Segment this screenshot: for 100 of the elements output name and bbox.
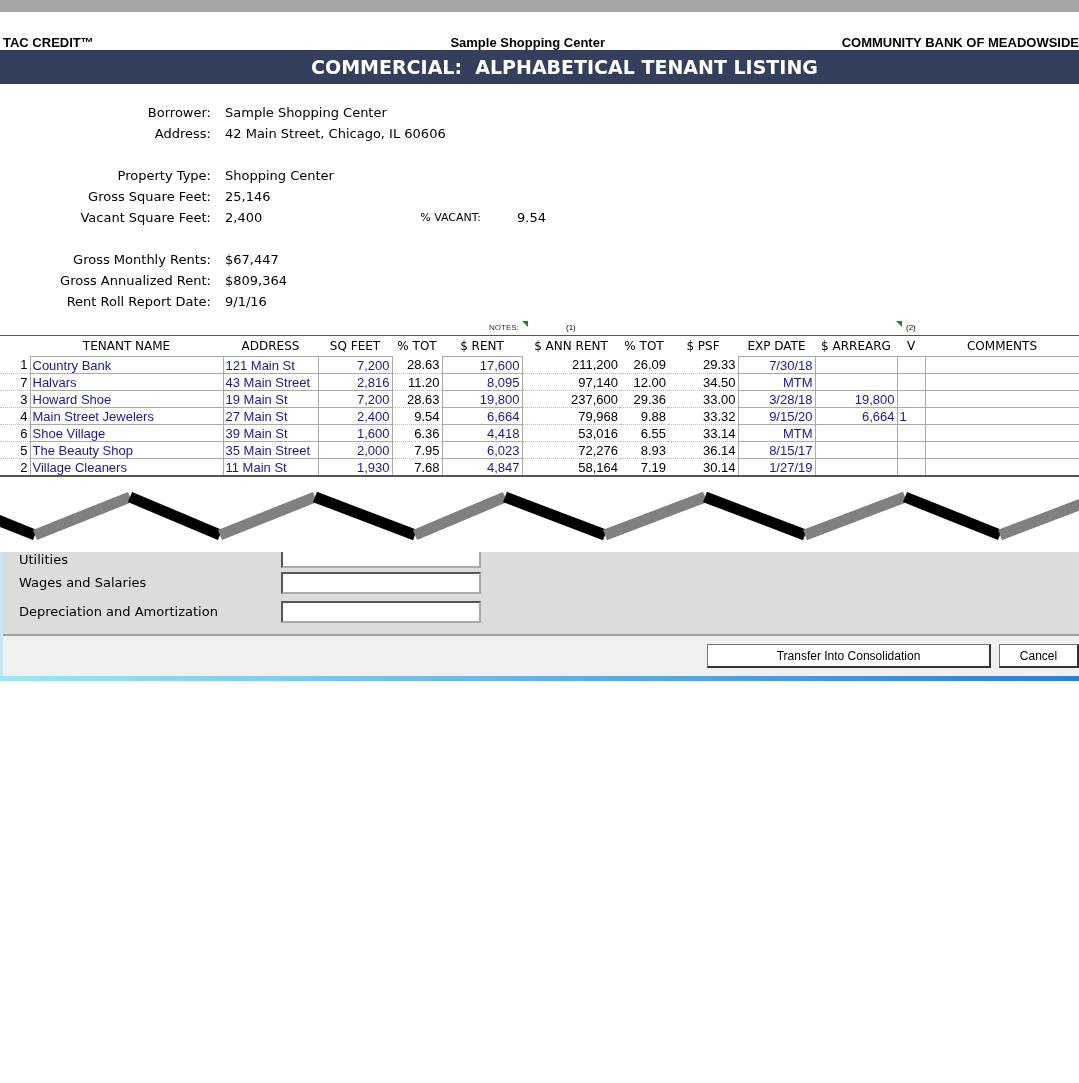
report-property: Sample Shopping Center xyxy=(450,35,605,50)
column-header: COMMENTS xyxy=(925,335,1079,357)
table-cell: 79,968 xyxy=(522,407,620,425)
field-label: Wages and Salaries xyxy=(19,575,148,590)
table-cell: Howard Shoe xyxy=(30,390,223,408)
column-header: % TOT xyxy=(392,335,442,357)
table-cell: Shoe Village xyxy=(30,424,223,442)
table-cell: 6,664 xyxy=(815,407,897,425)
table-cell: Country Bank xyxy=(30,356,223,374)
table-cell: 121 Main St xyxy=(223,356,318,374)
column-header: % TOT xyxy=(620,335,668,357)
table-cell: 2,000 xyxy=(318,441,392,459)
table-cell: 72,276 xyxy=(522,441,620,459)
table-cell: 29.33 xyxy=(668,356,738,374)
comment-marker-icon xyxy=(522,321,528,327)
field-label: Gross Annualized Rent: xyxy=(59,273,211,288)
table-cell: 211,200 xyxy=(522,356,620,374)
field-label: Depreciation and Amortization xyxy=(19,604,219,619)
table-cell: 6.55 xyxy=(620,424,668,442)
column-header: $ PSF xyxy=(668,335,738,357)
table-cell: 4 xyxy=(0,407,30,425)
table-cell: 17,600 xyxy=(442,356,522,374)
table-cell: 58,164 xyxy=(522,458,620,476)
notes-label: NOTES: xyxy=(489,323,519,332)
note-marker: (2) xyxy=(906,323,916,332)
field-label: Borrower: xyxy=(146,105,211,120)
table-cell: 7.95 xyxy=(392,441,442,459)
column-header: EXP DATE xyxy=(738,335,815,357)
product-name: TAC CREDIT™ xyxy=(3,35,94,50)
comment-marker-icon xyxy=(896,321,902,327)
field-value: $67,447 xyxy=(225,252,280,267)
table-cell: 1 xyxy=(897,407,925,425)
column-header: TENANT NAME xyxy=(30,335,223,357)
field-value: $809,364 xyxy=(225,273,289,288)
table-cell: 11.20 xyxy=(392,373,442,391)
field-value: 9/1/16 xyxy=(225,294,268,309)
table-cell: 97,140 xyxy=(522,373,620,391)
table-cell: 9/15/20 xyxy=(738,407,815,425)
table-cell: 5 xyxy=(0,441,30,459)
table-cell: 237,600 xyxy=(522,390,620,408)
table-cell: 6,023 xyxy=(442,441,522,459)
table-cell: 6 xyxy=(0,424,30,442)
table-cell: 1 xyxy=(0,356,30,374)
note-marker: (1) xyxy=(566,323,576,332)
table-cell: 29.36 xyxy=(620,390,668,408)
input-field[interactable] xyxy=(281,600,481,623)
table-cell: 3 xyxy=(0,390,30,408)
table-cell: 7/30/18 xyxy=(738,356,815,374)
transfer-button[interactable]: Transfer Into Consolidation xyxy=(707,644,991,668)
table-cell: 4,418 xyxy=(442,424,522,442)
table-cell: 34.50 xyxy=(668,373,738,391)
table-cell: 1/27/19 xyxy=(738,458,815,476)
table-cell: 7,200 xyxy=(318,356,392,374)
field-label: Address: xyxy=(153,126,211,141)
table-cell: 9.54 xyxy=(392,407,442,425)
table-cell: 8.93 xyxy=(620,441,668,459)
table-cell: 6,664 xyxy=(442,407,522,425)
table-cell: Halvars xyxy=(30,373,223,391)
field-label: Utilities xyxy=(19,552,69,567)
table-cell: MTM xyxy=(738,424,815,442)
table-cell: 35 Main Street xyxy=(223,441,318,459)
table-cell: 2 xyxy=(0,458,30,476)
table-cell: 36.14 xyxy=(668,441,738,459)
input-field[interactable] xyxy=(281,571,481,594)
table-cell: 2,400 xyxy=(318,407,392,425)
column-header: ADDRESS xyxy=(223,335,318,357)
input-field[interactable] xyxy=(281,552,481,568)
table-cell: 33.14 xyxy=(668,424,738,442)
table-cell: 19 Main St xyxy=(223,390,318,408)
field-label: Vacant Square Feet: xyxy=(79,210,211,225)
table-cell: 27 Main St xyxy=(223,407,318,425)
table-cell: 33.00 xyxy=(668,390,738,408)
field-value: Shopping Center xyxy=(225,168,335,183)
cancel-button[interactable]: Cancel xyxy=(999,644,1079,668)
table-cell: 7,200 xyxy=(318,390,392,408)
field-value: 9.54 xyxy=(516,210,547,225)
field-value: 42 Main Street, Chicago, IL 60606 xyxy=(225,126,447,141)
table-cell: MTM xyxy=(738,373,815,391)
column-header: $ ARREARG xyxy=(815,335,897,357)
table-cell: 28.63 xyxy=(392,356,442,374)
field-label: Property Type: xyxy=(116,168,211,183)
field-value: 2,400 xyxy=(225,210,264,225)
table-cell: 4,847 xyxy=(442,458,522,476)
table-cell: 7.68 xyxy=(392,458,442,476)
table-cell: 7.19 xyxy=(620,458,668,476)
table-cell: 30.14 xyxy=(668,458,738,476)
table-cell: 1,600 xyxy=(318,424,392,442)
table-cell: Main Street Jewelers xyxy=(30,407,223,425)
title-banner: COMMERCIAL: ALPHABETICAL TENANT LISTING xyxy=(0,50,1079,84)
table-cell: 2,816 xyxy=(318,373,392,391)
table-cell: The Beauty Shop xyxy=(30,441,223,459)
table-cell: 26.09 xyxy=(620,356,668,374)
field-label: % VACANT: xyxy=(419,211,482,224)
table-cell: 19,800 xyxy=(815,390,897,408)
table-cell: 8/15/17 xyxy=(738,441,815,459)
field-value: 25,146 xyxy=(225,189,272,204)
field-value: Sample Shopping Center xyxy=(225,105,388,120)
table-cell: 11 Main St xyxy=(223,458,318,476)
table-cell: 7 xyxy=(0,373,30,391)
table-cell: 8,095 xyxy=(442,373,522,391)
